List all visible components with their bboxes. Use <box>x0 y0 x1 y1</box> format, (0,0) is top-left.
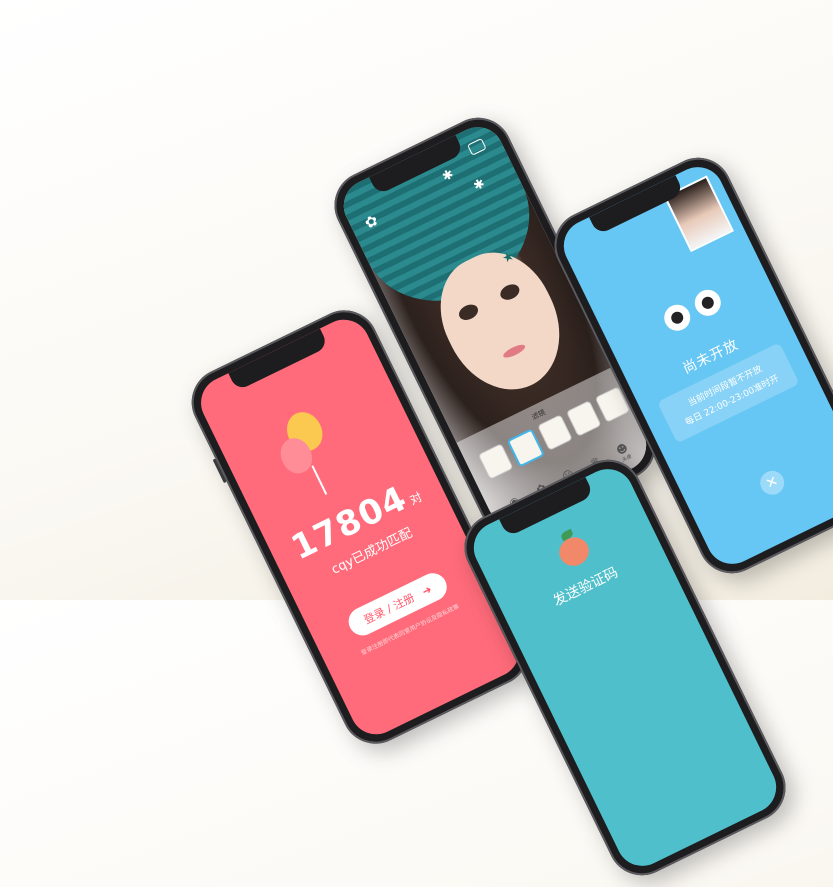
filter-thumb[interactable] <box>537 414 573 451</box>
peach-icon <box>554 532 594 571</box>
filter-thumb[interactable] <box>477 443 514 480</box>
filter-thumb-selected[interactable] <box>506 428 545 468</box>
cartoon-eye-icon <box>690 285 726 321</box>
right-eye <box>497 281 522 303</box>
arrow-right-icon: ➜ <box>419 582 434 598</box>
left-eye <box>456 301 481 323</box>
lips <box>501 342 527 361</box>
cartoon-eye-icon <box>659 300 695 336</box>
pupil <box>669 309 686 326</box>
balloon-string <box>311 465 328 495</box>
filter-thumb[interactable] <box>565 400 602 437</box>
close-button[interactable]: ✕ <box>756 466 789 499</box>
login-register-label: 登录 / 注册 <box>361 591 417 627</box>
notch <box>228 328 329 392</box>
pupil <box>699 294 716 311</box>
volume-button <box>212 458 227 484</box>
match-count-unit: 对 <box>407 489 426 508</box>
